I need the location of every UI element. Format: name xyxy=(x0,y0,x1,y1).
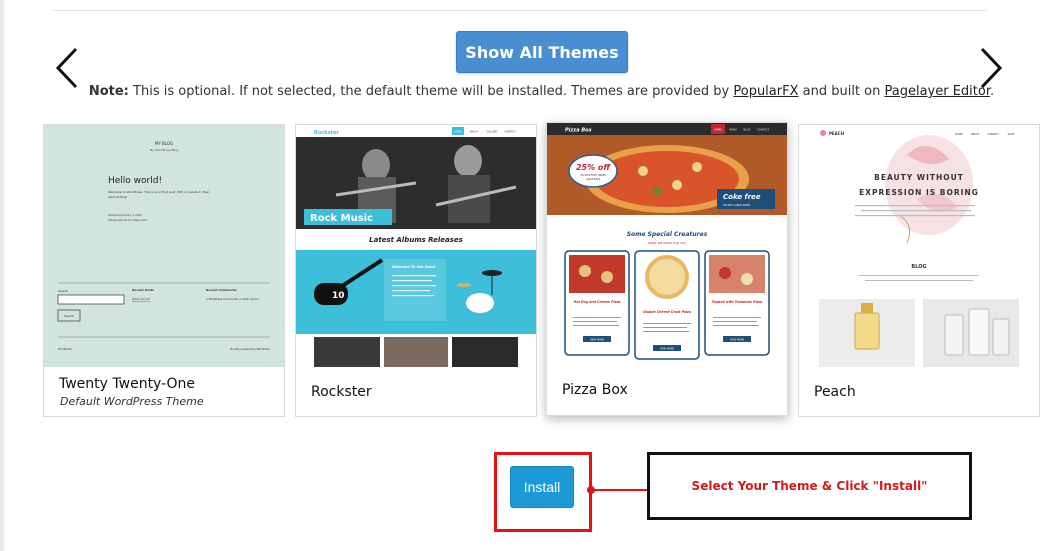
tt1-recent-posts-item: Hello world! xyxy=(132,297,150,301)
theme-card-twenty-twenty-one[interactable]: MY BLOG My WordPress Blog Hello world! W… xyxy=(43,124,285,417)
peach-hero-line1: BEAUTY WITHOUT xyxy=(874,173,964,182)
tt1-recent-comments-title: Recent Comments xyxy=(206,288,237,292)
pizza-logo: Pizza Box xyxy=(565,128,593,134)
pizza-promo-sub: ON ANY LARGE PIZZA xyxy=(723,203,750,207)
instruction-callout: Select Your Theme & Click "Install" xyxy=(647,452,972,520)
peach-menu-2: ABOUT xyxy=(971,133,980,136)
tt1-search-label: Search xyxy=(58,289,68,293)
theme-name: Twenty Twenty-One xyxy=(59,376,196,392)
tt1-post-title: Hello world! xyxy=(108,176,162,186)
tt1-recent-comments-item: A WordPress Commenter on Hello world! xyxy=(206,297,259,301)
callout-connector-dot xyxy=(587,486,595,494)
svg-text:10: 10 xyxy=(332,291,345,301)
pizza-badge-line2: LARGE PIZZA xyxy=(586,178,601,181)
rockster-section-title: Latest Albums Releases xyxy=(369,236,463,244)
peach-menu-4: SHOP xyxy=(1008,133,1015,136)
theme-name: Rockster xyxy=(311,384,372,400)
tt1-site-title: MY BLOG xyxy=(155,141,173,146)
rockster-menu-4: CONTACT xyxy=(504,130,516,134)
theme-subtitle: Default WordPress Theme xyxy=(60,395,204,408)
tt1-post-excerpt-1: Welcome to WordPress. This is your first… xyxy=(108,190,210,194)
pizza-item-2-button: VIEW MORE xyxy=(660,348,675,351)
note-text-part3: . xyxy=(990,84,995,99)
tt1-post-meta-1: Published January 3, 2022 xyxy=(108,213,142,217)
install-button[interactable]: Install xyxy=(510,466,574,508)
pizza-promo-title: Coke free xyxy=(723,193,761,201)
pizza-menu-3: BLOG xyxy=(744,128,751,132)
rockster-menu-3: GALLERY xyxy=(486,130,498,134)
rockster-logo: Rockster xyxy=(314,130,339,136)
pizza-menu-4: CONTACT xyxy=(757,128,769,132)
note-text: Note: This is optional. If not selected,… xyxy=(0,84,1041,99)
peach-blog-title: BLOG xyxy=(911,264,926,270)
tt1-footer-right: Proudly powered by WordPress xyxy=(230,347,271,351)
theme-card-pizza-box[interactable]: Pizza Box HOME MENU BLOG CONTACT 25% off… xyxy=(546,122,788,416)
tt1-recent-posts-title: Recent Posts xyxy=(132,288,154,292)
theme-card-peach[interactable]: PEACH HOME ABOUT CONTACT SHOP BEAUTY WIT… xyxy=(798,124,1040,417)
note-text-part1: This is optional. If not selected, the d… xyxy=(128,84,734,99)
popularfx-link[interactable]: PopularFX xyxy=(733,84,798,99)
top-divider xyxy=(52,10,987,11)
rockster-band-title: Welcome To Our Band xyxy=(392,265,436,269)
pizza-item-3-button: VIEW MORE xyxy=(730,339,745,342)
rockster-hero-label: Rock Music xyxy=(310,213,373,224)
pizza-menu-1: HOME xyxy=(714,128,722,132)
peach-logo: PEACH xyxy=(829,131,844,136)
tt1-post-meta-2: Categorized as Uncategorized xyxy=(108,218,147,222)
show-all-themes-button[interactable]: Show All Themes xyxy=(456,31,628,73)
note-text-part2: and built on xyxy=(798,84,885,99)
theme-preview-rockster: Rockster HOME ABOUT GALLERY CONTACT Rock… xyxy=(296,125,536,367)
theme-preview-pizza-box: Pizza Box HOME MENU BLOG CONTACT 25% off… xyxy=(547,123,787,365)
rockster-menu-2: ABOUT xyxy=(470,130,479,134)
callout-connector-line xyxy=(592,489,647,491)
theme-selection-screen: Show All Themes Note: This is optional. … xyxy=(0,0,1041,551)
pizza-menu-2: MENU xyxy=(729,128,737,132)
callout-text: Select Your Theme & Click "Install" xyxy=(691,479,928,493)
pizza-item-2: Double Cheese Crust Pizza xyxy=(643,310,691,314)
pizza-item-1-button: VIEW MORE xyxy=(590,339,605,342)
tt1-site-tagline: My WordPress Blog xyxy=(150,148,179,152)
theme-preview-twenty-twenty-one: MY BLOG My WordPress Blog Hello world! W… xyxy=(44,125,284,367)
tt1-post-excerpt-2: start writing! xyxy=(108,195,127,199)
theme-name: Peach xyxy=(814,384,856,400)
pagelayer-link[interactable]: Pagelayer Editor xyxy=(885,84,991,99)
pizza-badge-big: 25% off xyxy=(576,163,611,172)
rockster-menu-1: HOME xyxy=(454,130,462,134)
pizza-item-1: Hot Dog and Cheese Pizza xyxy=(574,300,621,304)
note-label: Note: xyxy=(88,84,129,99)
theme-name: Pizza Box xyxy=(562,382,628,398)
pizza-section-title: Some Special Creatures xyxy=(627,231,708,238)
pizza-item-3: Topped with Tomatoes Pizza xyxy=(712,300,763,304)
peach-hero-line2: EXPRESSION IS BORING xyxy=(859,188,979,197)
tt1-footer-left: MY BLOG xyxy=(58,347,72,351)
left-border xyxy=(0,0,4,551)
peach-menu-3: CONTACT xyxy=(987,133,999,136)
pizza-badge-line1: ON YOUR FIRST ORDER xyxy=(580,174,606,177)
peach-menu-1: HOME xyxy=(955,133,963,136)
tt1-search-button: Search xyxy=(64,314,74,318)
theme-card-rockster[interactable]: Rockster HOME ABOUT GALLERY CONTACT Rock… xyxy=(295,124,537,417)
pizza-section-sub: WHAT WE MAKE FOR YOU xyxy=(648,241,686,245)
theme-preview-peach: PEACH HOME ABOUT CONTACT SHOP BEAUTY WIT… xyxy=(799,125,1039,367)
